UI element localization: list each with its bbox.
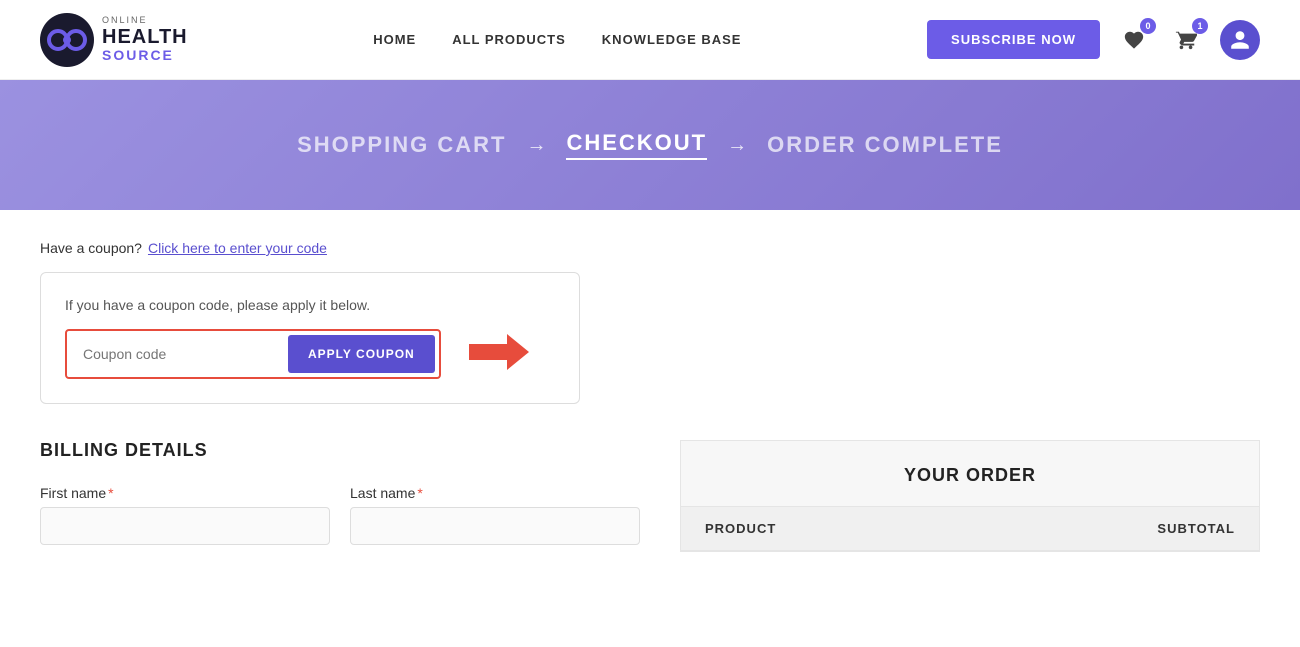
- coupon-link[interactable]: Click here to enter your code: [148, 240, 327, 256]
- breadcrumb-shopping-cart[interactable]: SHOPPING CART: [297, 132, 506, 158]
- product-col-header: PRODUCT: [705, 521, 776, 536]
- breadcrumb-banner: SHOPPING CART → CHECKOUT → ORDER COMPLET…: [0, 80, 1300, 210]
- main-nav: HOME ALL PRODUCTS KNOWLEDGE BASE: [373, 32, 741, 47]
- coupon-instruction: If you have a coupon code, please apply …: [65, 297, 555, 313]
- first-name-required: *: [108, 485, 113, 501]
- breadcrumb-arrow-2: →: [727, 134, 747, 157]
- user-avatar-button[interactable]: [1220, 20, 1260, 60]
- breadcrumb-order-complete[interactable]: ORDER COMPLETE: [767, 132, 1003, 158]
- logo[interactable]: ONLINE HEALTH SOURCE: [40, 13, 188, 67]
- nav-home[interactable]: HOME: [373, 32, 416, 47]
- coupon-notice: Have a coupon? Click here to enter your …: [40, 240, 1260, 256]
- billing-title: BILLING DETAILS: [40, 440, 640, 461]
- first-name-group: First name*: [40, 485, 330, 545]
- order-header-row: PRODUCT SUBTOTAL: [681, 507, 1259, 551]
- order-section: YOUR ORDER PRODUCT SUBTOTAL: [680, 440, 1260, 552]
- breadcrumb-arrow-1: →: [526, 134, 546, 157]
- user-icon: [1229, 29, 1251, 51]
- cart-button[interactable]: 1: [1168, 22, 1204, 58]
- wishlist-badge: 0: [1140, 18, 1156, 34]
- last-name-required: *: [417, 485, 422, 501]
- logo-icon: [40, 13, 94, 67]
- last-name-label: Last name*: [350, 485, 640, 501]
- last-name-input[interactable]: [350, 507, 640, 545]
- nav-knowledge-base[interactable]: KNOWLEDGE BASE: [602, 32, 742, 47]
- coupon-code-input[interactable]: [71, 336, 276, 372]
- header-right: SUBSCRIBE NOW 0 1: [927, 20, 1260, 60]
- nav-all-products[interactable]: ALL PRODUCTS: [452, 32, 566, 47]
- apply-coupon-button[interactable]: APPLY COUPON: [288, 335, 435, 373]
- site-header: ONLINE HEALTH SOURCE HOME ALL PRODUCTS K…: [0, 0, 1300, 80]
- billing-section: BILLING DETAILS First name* Last name*: [40, 440, 680, 545]
- logo-source-label: SOURCE: [102, 48, 188, 63]
- last-name-group: Last name*: [350, 485, 640, 545]
- coupon-box: If you have a coupon code, please apply …: [40, 272, 580, 404]
- logo-text: ONLINE HEALTH SOURCE: [102, 16, 188, 63]
- first-name-label: First name*: [40, 485, 330, 501]
- logo-health-label: HEALTH: [102, 26, 188, 48]
- bottom-section: BILLING DETAILS First name* Last name*: [40, 440, 1260, 552]
- wishlist-button[interactable]: 0: [1116, 22, 1152, 58]
- billing-name-row: First name* Last name*: [40, 485, 640, 545]
- cart-badge: 1: [1192, 18, 1208, 34]
- subscribe-button[interactable]: SUBSCRIBE NOW: [927, 20, 1100, 59]
- order-title: YOUR ORDER: [681, 441, 1259, 507]
- logo-online-label: ONLINE: [102, 16, 188, 26]
- subtotal-col-header: SUBTOTAL: [1157, 521, 1235, 536]
- coupon-input-row: APPLY COUPON: [65, 329, 441, 379]
- red-arrow-icon: [469, 334, 529, 375]
- first-name-input[interactable]: [40, 507, 330, 545]
- main-content: Have a coupon? Click here to enter your …: [0, 210, 1300, 592]
- coupon-notice-text: Have a coupon?: [40, 240, 142, 256]
- breadcrumb-checkout[interactable]: CHECKOUT: [566, 130, 707, 160]
